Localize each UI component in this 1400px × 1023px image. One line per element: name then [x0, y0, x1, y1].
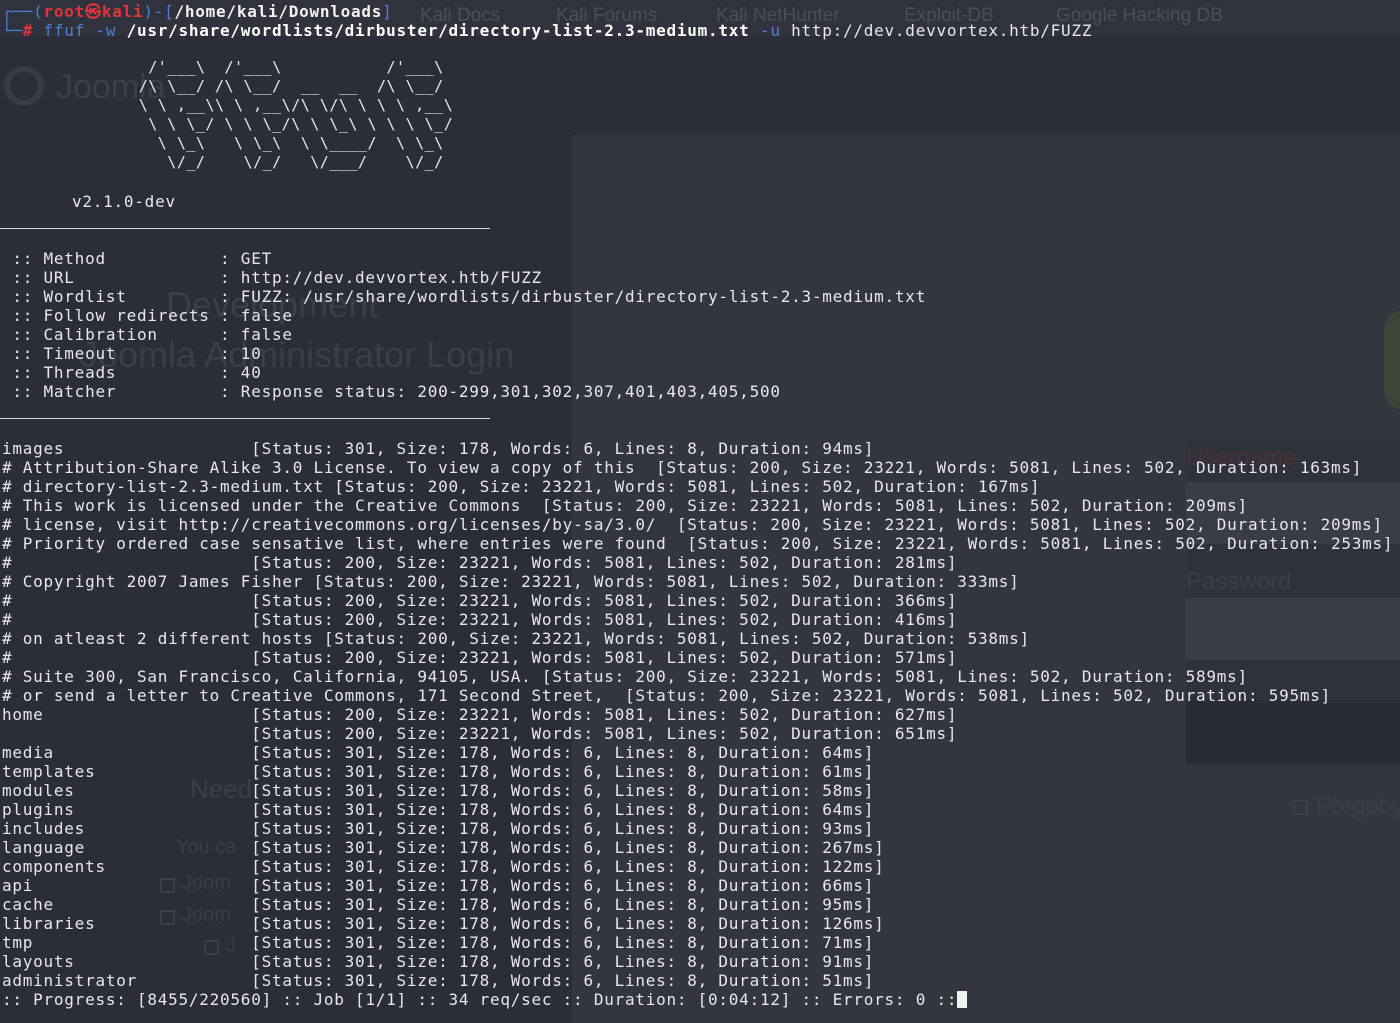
- result-line: # on atleast 2 different hosts [Status: …: [2, 629, 1030, 648]
- result-line: language [Status: 301, Size: 178, Words:…: [2, 838, 885, 857]
- prompt-line-2: └─# ffuf -w /usr/share/wordlists/dirbust…: [2, 21, 1092, 40]
- prompt-bracket: └─: [2, 21, 23, 40]
- result-line: [Status: 200, Size: 23221, Words: 5081, …: [2, 724, 958, 743]
- config-line: :: Calibration : false: [2, 325, 293, 344]
- separator-line: [0, 418, 490, 419]
- result-line: cache [Status: 301, Size: 178, Words: 6,…: [2, 895, 875, 914]
- config-line: :: URL : http://dev.devvortex.htb/FUZZ: [2, 268, 542, 287]
- config-line: :: Timeout : 10: [2, 344, 262, 363]
- prompt-hash: #: [22, 21, 44, 40]
- result-line: libraries [Status: 301, Size: 178, Words…: [2, 914, 885, 933]
- result-line: templates [Status: 301, Size: 178, Words…: [2, 762, 875, 781]
- config-line: :: Wordlist : FUZZ: /usr/share/wordlists…: [2, 287, 927, 306]
- result-line: administrator [Status: 301, Size: 178, W…: [2, 971, 875, 990]
- result-line: # or send a letter to Creative Commons, …: [2, 686, 1331, 705]
- result-line: images [Status: 301, Size: 178, Words: 6…: [2, 439, 875, 458]
- result-line: modules [Status: 301, Size: 178, Words: …: [2, 781, 875, 800]
- prompt-line-1: ┌──(root㉿kali)-[/home/kali/Downloads]: [2, 2, 393, 21]
- prompt-user: root: [43, 2, 86, 21]
- result-line: home [Status: 200, Size: 23221, Words: 5…: [2, 705, 958, 724]
- skull-icon: ㉿: [85, 2, 102, 21]
- version-text: v2.1.0-dev: [72, 192, 176, 211]
- result-line: tmp [Status: 301, Size: 178, Words: 6, L…: [2, 933, 875, 952]
- result-line: # directory-list-2.3-medium.txt [Status:…: [2, 477, 1041, 496]
- result-line: # Attribution-Share Alike 3.0 License. T…: [2, 458, 1363, 477]
- prompt-bracket: )-[: [143, 2, 175, 21]
- result-line: api [Status: 301, Size: 178, Words: 6, L…: [2, 876, 875, 895]
- prompt-host: kali: [101, 2, 144, 21]
- result-line: includes [Status: 301, Size: 178, Words:…: [2, 819, 875, 838]
- command-name: ffuf: [43, 21, 86, 40]
- progress-status-line: :: Progress: [8455/220560] :: Job [1/1] …: [2, 990, 968, 1009]
- config-line: :: Method : GET: [2, 249, 272, 268]
- result-line: # [Status: 200, Size: 23221, Words: 5081…: [2, 610, 958, 629]
- command-option-w: -w: [85, 21, 127, 40]
- command-url-arg: http://dev.devvortex.htb/FUZZ: [791, 21, 1093, 40]
- result-line: components [Status: 301, Size: 178, Word…: [2, 857, 885, 876]
- config-line: :: Threads : 40: [2, 363, 262, 382]
- progress-text: :: Progress: [8455/220560] :: Job [1/1] …: [2, 990, 958, 1009]
- prompt-cwd: /home/kali/Downloads: [174, 2, 383, 21]
- result-line: # [Status: 200, Size: 23221, Words: 5081…: [2, 648, 958, 667]
- config-line: :: Follow redirects : false: [2, 306, 293, 325]
- config-line: :: Matcher : Response status: 200-299,30…: [2, 382, 781, 401]
- terminal-cursor[interactable]: [957, 991, 968, 1008]
- command-wordlist-arg: /usr/share/wordlists/dirbuster/directory…: [126, 21, 750, 40]
- result-line: # Suite 300, San Francisco, California, …: [2, 667, 1248, 686]
- separator-line: [0, 228, 490, 229]
- ffuf-ascii-banner: /'___\ /'___\ /'___\ /\ \__/ /\ \__/ __ …: [138, 58, 454, 171]
- prompt-bracket: ┌──(: [2, 2, 44, 21]
- result-line: plugins [Status: 301, Size: 178, Words: …: [2, 800, 875, 819]
- result-line: # This work is licensed under the Creati…: [2, 496, 1248, 515]
- result-line: # license, visit http://creativecommons.…: [2, 515, 1383, 534]
- result-line: layouts [Status: 301, Size: 178, Words: …: [2, 952, 875, 971]
- command-option-u: -u: [749, 21, 792, 40]
- result-line: # Priority ordered case sensative list, …: [2, 534, 1394, 553]
- result-line: # [Status: 200, Size: 23221, Words: 5081…: [2, 591, 958, 610]
- result-line: media [Status: 301, Size: 178, Words: 6,…: [2, 743, 875, 762]
- result-line: # Copyright 2007 James Fisher [Status: 2…: [2, 572, 1020, 591]
- prompt-bracket: ]: [382, 2, 393, 21]
- result-line: # [Status: 200, Size: 23221, Words: 5081…: [2, 553, 958, 572]
- terminal-window[interactable]: ┌──(root㉿kali)-[/home/kali/Downloads] └─…: [0, 0, 1400, 1023]
